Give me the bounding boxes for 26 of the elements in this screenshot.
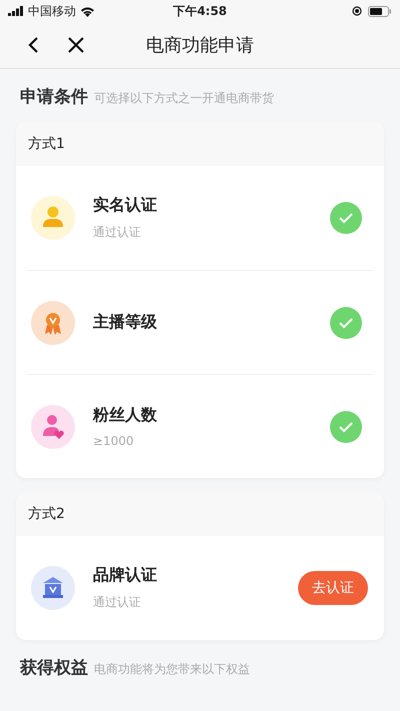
medal-icon [31,300,75,344]
item-subtitle: 通过认证 [93,224,141,241]
item-title: 主播等级 [93,312,157,333]
back-icon[interactable] [27,36,39,54]
item-title: 品牌认证 [93,565,157,586]
building-icon [31,566,75,610]
carrier-name: 中国移动 [28,2,76,20]
page-title: 电商功能申请 [145,34,255,57]
item-title: 实名认证 [93,195,157,216]
signal-icon [8,6,24,16]
section-title: 申请条件 [20,86,88,108]
section-hint: 电商功能将为您带来以下权益 [94,661,250,678]
wifi-icon [80,6,95,16]
verify-button[interactable]: 去认证 [298,571,368,605]
card-header: 方式1 [16,122,384,166]
clock-time: 下午4:58 [172,2,228,20]
battery-icon [368,6,392,16]
item-subtitle: 通过认证 [93,594,141,611]
rotation-lock-icon [352,6,362,16]
section-hint: 可选择以下方式之一开通电商带货 [94,90,274,107]
item-subtitle: ≥1000 [93,434,134,448]
close-icon[interactable] [67,36,85,54]
person-icon [31,196,75,240]
card-header: 方式2 [16,492,384,536]
item-title: 粉丝人数 [93,405,157,426]
section-title: 获得权益 [20,657,88,679]
